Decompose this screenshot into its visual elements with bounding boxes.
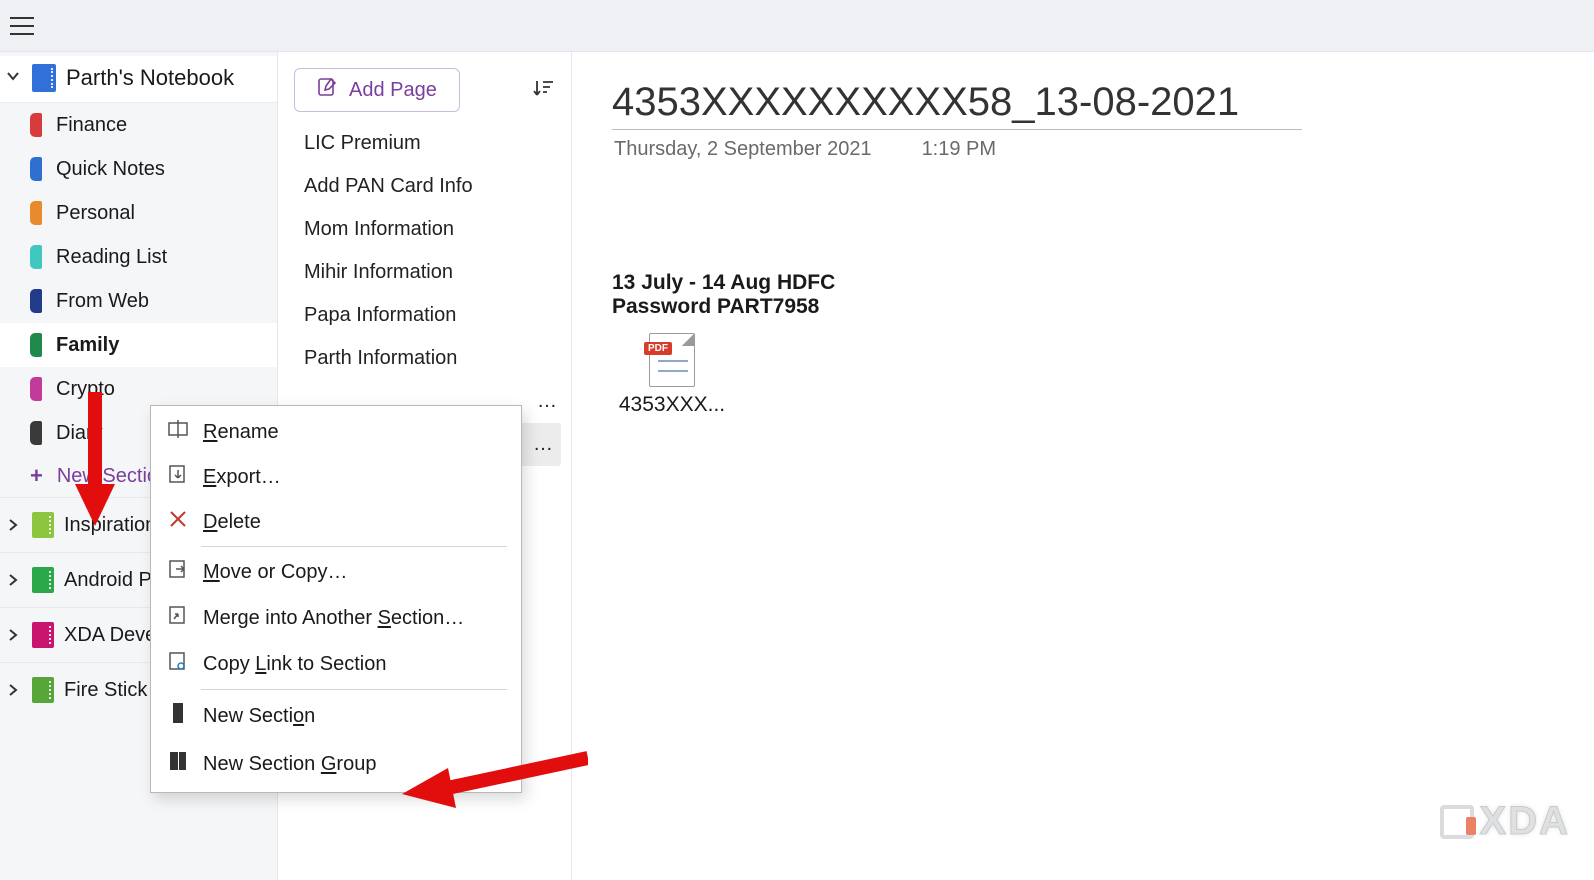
section-item[interactable]: Quick Notes (0, 147, 277, 191)
context-menu-label: New Section Group (203, 753, 376, 776)
page-item[interactable]: Papa Information (284, 294, 565, 337)
context-menu-label: Copy Link to Section (203, 653, 386, 676)
add-page-button[interactable]: Add Page (294, 68, 460, 112)
section-color-chip (30, 289, 42, 313)
context-menu-item[interactable]: Move or Copy… (151, 549, 521, 595)
note-body-line[interactable]: 13 July - 14 Aug HDFC (612, 271, 1554, 295)
notebook-title: Parth's Notebook (66, 65, 234, 91)
notebook-header[interactable]: Parth's Notebook (0, 56, 277, 103)
context-menu-label: Rename (203, 421, 279, 444)
chevron-right-icon (4, 514, 22, 537)
add-page-icon (317, 77, 337, 103)
xda-watermark: XDA (1440, 799, 1570, 844)
attachment-label: 4353XXX... (612, 393, 732, 417)
context-menu-item[interactable]: Export… (151, 454, 521, 500)
page-item[interactable]: LIC Premium (284, 122, 565, 165)
section-color-chip (30, 333, 42, 357)
section-context-menu: Rename Export… Delete Move or Copy… Merge in… (150, 405, 522, 793)
section-color-chip (30, 421, 42, 445)
plus-icon: + (30, 463, 43, 489)
context-menu-label: Merge into Another Section… (203, 607, 464, 630)
chevron-right-icon (4, 569, 22, 592)
section-color-chip (30, 245, 42, 269)
attachment[interactable]: 4353XXX... (612, 333, 732, 417)
context-menu-label: Export… (203, 466, 281, 489)
section-color-chip (30, 201, 42, 225)
section-label: Family (56, 334, 119, 357)
notebook-group-icon (32, 512, 54, 538)
context-menu-item[interactable]: New Section (151, 692, 521, 740)
note-title[interactable]: 4353XXXXXXXXXX58_13-08-2021 (612, 80, 1302, 130)
sort-icon[interactable] (533, 77, 555, 104)
chevron-right-icon (4, 624, 22, 647)
rename-icon (167, 420, 189, 444)
section-item[interactable]: Family (0, 323, 277, 367)
note-time: 1:19 PM (922, 138, 996, 161)
merge-section-icon (167, 605, 189, 631)
xda-logo-icon (1440, 805, 1474, 839)
context-menu-item[interactable]: Copy Link to Section (151, 641, 521, 687)
notebook-group-icon (32, 622, 54, 648)
section-item[interactable]: Personal (0, 191, 277, 235)
context-menu-separator (201, 546, 507, 547)
notebook-group-icon (32, 677, 54, 703)
annotation-arrow-down (70, 392, 120, 537)
chevron-right-icon (4, 679, 22, 702)
new-section-group-icon (167, 750, 189, 778)
xda-text: XDA (1480, 799, 1570, 844)
pdf-file-icon (649, 333, 695, 387)
hamburger-menu-icon[interactable] (10, 16, 34, 36)
page-item[interactable]: Mihir Information (284, 251, 565, 294)
add-page-label: Add Page (349, 79, 437, 102)
section-color-chip (30, 113, 42, 137)
section-label: Reading List (56, 246, 167, 269)
section-label: Finance (56, 114, 127, 137)
delete-icon (167, 510, 189, 534)
note-date: Thursday, 2 September 2021 (614, 138, 872, 161)
context-menu-label: Move or Copy… (203, 561, 348, 584)
chevron-down-icon (4, 69, 22, 88)
note-content: 4353XXXXXXXXXX58_13-08-2021 Thursday, 2 … (572, 52, 1594, 880)
section-item[interactable]: From Web (0, 279, 277, 323)
move-copy-icon (167, 559, 189, 585)
section-item[interactable]: Finance (0, 103, 277, 147)
notebook-group-icon (32, 567, 54, 593)
context-menu-separator (201, 689, 507, 690)
context-menu-item[interactable]: Merge into Another Section… (151, 595, 521, 641)
section-color-chip (30, 377, 42, 401)
copy-link-icon (167, 651, 189, 677)
section-color-chip (30, 157, 42, 181)
annotation-arrow-left (398, 750, 588, 815)
notebook-icon (32, 64, 56, 92)
note-meta: Thursday, 2 September 2021 1:19 PM (612, 130, 1554, 161)
export-icon (167, 464, 189, 490)
section-label: Quick Notes (56, 158, 165, 181)
page-item[interactable]: Add PAN Card Info (284, 165, 565, 208)
context-menu-label: New Section (203, 705, 315, 728)
section-group-label: Fire Stick (64, 679, 147, 702)
note-body-line[interactable]: Password PART7958 (612, 295, 1554, 319)
section-label: From Web (56, 290, 149, 313)
section-label: Personal (56, 202, 135, 225)
context-menu-item[interactable]: Delete (151, 500, 521, 544)
page-item[interactable]: Parth Information (284, 337, 565, 380)
page-item[interactable]: Mom Information (284, 208, 565, 251)
context-menu-item[interactable]: Rename (151, 410, 521, 454)
section-item[interactable]: Reading List (0, 235, 277, 279)
context-menu-label: Delete (203, 511, 261, 534)
new-section-icon (167, 702, 189, 730)
title-bar (0, 0, 1594, 52)
